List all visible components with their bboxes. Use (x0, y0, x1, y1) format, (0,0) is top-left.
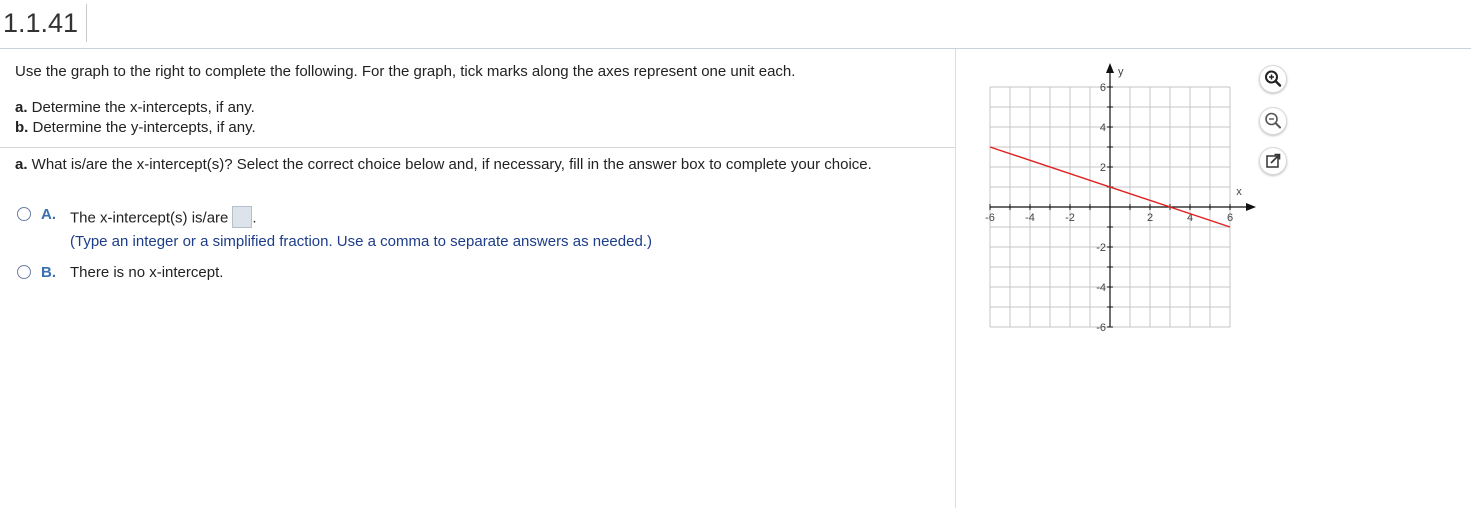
prompt-label: a. (15, 156, 28, 173)
zoom-out-button[interactable] (1259, 107, 1287, 135)
zoom-out-icon (1265, 112, 1281, 129)
y-tick-label: 6 (1100, 82, 1106, 94)
x-tick-label: -2 (1065, 212, 1075, 224)
popout-button[interactable] (1259, 147, 1287, 175)
y-tick-label: 2 (1100, 162, 1106, 174)
y-tick-label: 4 (1100, 122, 1106, 134)
prompt-text: What is/are the x-intercept(s)? Select t… (27, 156, 872, 173)
question-pane: Use the graph to the right to complete t… (0, 49, 956, 508)
zoom-in-icon (1265, 70, 1282, 87)
graph-pane: -6 -4 -2 2 4 6 6 4 2 -2 -4 -6 x y (956, 49, 1471, 508)
part-a-text: Determine the x-intercepts, if any. (27, 99, 255, 116)
choice-a-radio[interactable] (17, 207, 31, 221)
x-tick-label: 2 (1147, 212, 1153, 224)
choice-a-hint: (Type an integer or a simplified fractio… (70, 233, 652, 250)
y-tick-label: -4 (1096, 282, 1106, 294)
choice-b-radio[interactable] (17, 265, 31, 279)
choice-a-text: The x-intercept(s) is/are. (70, 206, 257, 228)
choice-b-letter: B. (41, 264, 56, 281)
section-divider (0, 147, 955, 148)
coordinate-graph: -6 -4 -2 2 4 6642-2-4-6xy (985, 63, 1256, 334)
part-a-instruction: a. Determine the x-intercepts, if any. (15, 99, 255, 117)
part-b-instruction: b. Determine the y-intercepts, if any. (15, 119, 256, 137)
x-tick-label: -6 (985, 212, 995, 224)
current-question-prompt: a. What is/are the x-intercept(s)? Selec… (15, 156, 872, 174)
popout-icon (1266, 153, 1281, 168)
problem-number: 1.1.41 (3, 4, 88, 42)
question-intro: Use the graph to the right to complete t… (15, 63, 796, 80)
x-axis-arrow (1246, 203, 1256, 211)
part-b-label: b. (15, 119, 29, 136)
y-tick-label: -6 (1096, 322, 1106, 334)
y-axis-label: y (1118, 66, 1124, 78)
y-axis-arrow (1106, 63, 1114, 73)
y-tick-label: -2 (1096, 242, 1106, 254)
header-bar: 1.1.41 (0, 0, 1471, 49)
choice-b-text: There is no x-intercept. (70, 264, 224, 281)
choice-a-letter: A. (41, 206, 56, 223)
zoom-in-button[interactable] (1259, 65, 1287, 93)
x-tick-label: 6 (1227, 212, 1233, 224)
part-a-label: a. (15, 99, 28, 116)
part-b-text: Determine the y-intercepts, if any. (28, 119, 256, 136)
choice-a-label: The x-intercept(s) is/are (70, 209, 229, 227)
x-axis-label: x (1236, 186, 1242, 198)
choice-a-period: . (252, 209, 257, 227)
x-intercept-answer-box[interactable] (232, 206, 253, 228)
x-tick-label: -4 (1025, 212, 1035, 224)
